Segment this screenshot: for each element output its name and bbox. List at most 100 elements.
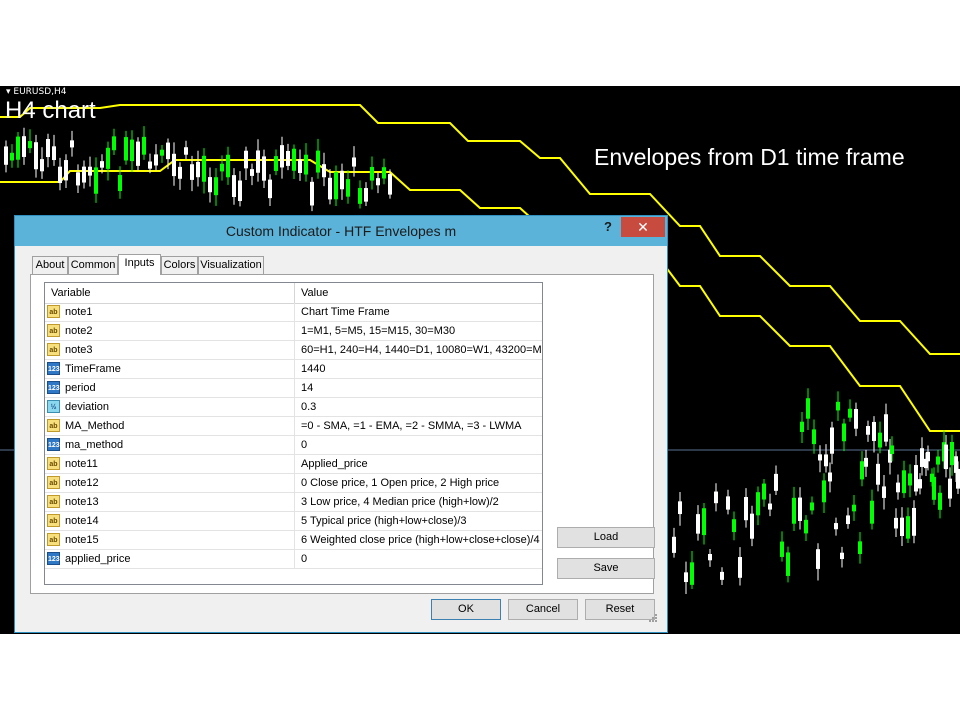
candle-body: [124, 137, 128, 161]
envelopes-annotation: Envelopes from D1 time frame: [594, 144, 905, 170]
input-row-timeframe[interactable]: 123 TimeFrame 1440: [45, 360, 542, 379]
candle-body: [920, 448, 924, 467]
candle-body: [196, 161, 200, 178]
candle-body: [950, 441, 954, 466]
candle-body: [382, 167, 386, 179]
grid-header: Variable Value: [45, 283, 542, 304]
input-row-ma-method[interactable]: 123 ma_method 0: [45, 436, 542, 455]
help-button[interactable]: ?: [601, 219, 615, 239]
candle-body: [708, 554, 712, 561]
candle-body: [810, 502, 814, 511]
resize-grip-icon[interactable]: [647, 612, 657, 622]
custom-indicator-dialog: Custom Indicator - HTF Envelopes m ? ✕ A…: [14, 215, 668, 633]
candle-body: [190, 164, 194, 180]
input-row-deviation[interactable]: ½ deviation 0.3: [45, 398, 542, 417]
candle-body: [926, 451, 930, 462]
close-button[interactable]: ✕: [621, 217, 665, 237]
candle-body: [956, 468, 960, 489]
candle-body: [804, 519, 808, 534]
input-row-note12[interactable]: ab note12 0 Close price, 1 Open price, 2 H…: [45, 474, 542, 493]
candle-body: [876, 463, 880, 485]
value-cell[interactable]: Chart Time Frame: [301, 303, 390, 321]
chart-timeframe-label: H4 chart: [5, 97, 96, 124]
ok-button[interactable]: OK: [431, 599, 501, 620]
candle-body: [846, 515, 850, 525]
variable-cell: ab note14: [45, 512, 295, 530]
input-row-note15[interactable]: ab note15 6 Weighted close price (high+low…: [45, 531, 542, 550]
candle-body: [678, 501, 682, 515]
input-row-note14[interactable]: ab note14 5 Typical price (high+low+close)…: [45, 512, 542, 531]
candle-body: [58, 166, 62, 184]
candle-body: [136, 141, 140, 166]
candle-body: [46, 139, 50, 158]
candle-body: [866, 426, 870, 435]
candle-body: [40, 159, 44, 172]
tab-about[interactable]: About: [32, 256, 68, 274]
value-cell[interactable]: 1440: [301, 360, 325, 378]
value-cell[interactable]: 14: [301, 379, 313, 397]
value-cell[interactable]: Applied_price: [301, 455, 368, 473]
input-row-note13[interactable]: ab note13 3 Low price, 4 Median price (hig…: [45, 493, 542, 512]
tab-inputs[interactable]: Inputs: [118, 254, 161, 275]
value-cell[interactable]: 0.3: [301, 398, 316, 416]
candle-body: [142, 136, 146, 155]
candle-body: [118, 174, 122, 192]
value-cell[interactable]: =0 - SMA, =1 - EMA, =2 - SMMA, =3 - LWMA: [301, 417, 521, 435]
candle-body: [340, 170, 344, 190]
symbol-text: EURUSD,H4: [13, 87, 67, 97]
candle-body: [76, 172, 80, 186]
load-button[interactable]: Load: [557, 527, 655, 548]
candle-body: [786, 552, 790, 576]
input-row-applied-price[interactable]: 123 applied_price 0: [45, 550, 542, 569]
input-row-note3[interactable]: ab note3 60=H1, 240=H4, 1440=D1, 10080=W1,…: [45, 341, 542, 360]
variable-cell: 123 TimeFrame: [45, 360, 295, 378]
input-row-period[interactable]: 123 period 14: [45, 379, 542, 398]
save-button[interactable]: Save: [557, 558, 655, 579]
variable-name: TimeFrame: [65, 363, 121, 375]
candle-body: [214, 177, 218, 196]
string-type-icon: ab: [47, 324, 60, 337]
tab-common[interactable]: Common: [68, 256, 118, 274]
candle-body: [34, 142, 38, 170]
value-cell[interactable]: 60=H1, 240=H4, 1440=D1, 10080=W1, 43200=…: [301, 341, 542, 359]
candle-body: [812, 429, 816, 445]
input-row-note11[interactable]: ab note11 Applied_price: [45, 455, 542, 474]
value-cell[interactable]: 0: [301, 436, 307, 454]
value-cell[interactable]: 0: [301, 550, 307, 568]
candle-body: [88, 166, 92, 176]
value-cell[interactable]: 0 Close price, 1 Open price, 2 High pric…: [301, 474, 499, 492]
tab-colors[interactable]: Colors: [161, 256, 198, 274]
value-cell[interactable]: 3 Low price, 4 Median price (high+low)/2: [301, 493, 499, 511]
candle-body: [720, 571, 724, 580]
candle-body: [878, 432, 882, 448]
candle-body: [800, 421, 804, 432]
candle-body: [220, 163, 224, 172]
candle-body: [798, 497, 802, 521]
value-cell[interactable]: 6 Weighted close price (high+low+close+c…: [301, 531, 540, 549]
inputs-grid[interactable]: Variable Value ab note1 Chart Time Frame ab…: [44, 282, 543, 585]
candle-body: [824, 454, 828, 467]
cancel-button[interactable]: Cancel: [508, 599, 578, 620]
reset-button[interactable]: Reset: [585, 599, 655, 620]
input-row-note1[interactable]: ab note1 Chart Time Frame: [45, 303, 542, 322]
column-header-variable[interactable]: Variable: [45, 283, 295, 303]
variable-cell: ab note12: [45, 474, 295, 492]
tab-visualization[interactable]: Visualization: [198, 256, 264, 274]
candle-body: [268, 179, 272, 199]
column-header-value[interactable]: Value: [295, 283, 542, 303]
input-row-ma-method[interactable]: ab MA_Method =0 - SMA, =1 - EMA, =2 - SMM…: [45, 417, 542, 436]
candle-body: [112, 136, 116, 151]
candle-body: [70, 140, 74, 148]
dialog-titlebar[interactable]: Custom Indicator - HTF Envelopes m ? ✕: [15, 216, 667, 246]
candle-body: [854, 409, 858, 429]
candle-body: [702, 508, 706, 536]
variable-name: note11: [65, 458, 98, 470]
value-cell[interactable]: 1=M1, 5=M5, 15=M15, 30=M30: [301, 322, 455, 340]
value-cell[interactable]: 5 Typical price (high+low+close)/3: [301, 512, 467, 530]
candle-body: [744, 497, 748, 521]
variable-name: period: [65, 382, 96, 394]
candle-body: [792, 497, 796, 524]
variable-cell: ab note3: [45, 341, 295, 359]
input-row-note2[interactable]: ab note2 1=M1, 5=M5, 15=M15, 30=M30: [45, 322, 542, 341]
candle-body: [864, 457, 868, 467]
